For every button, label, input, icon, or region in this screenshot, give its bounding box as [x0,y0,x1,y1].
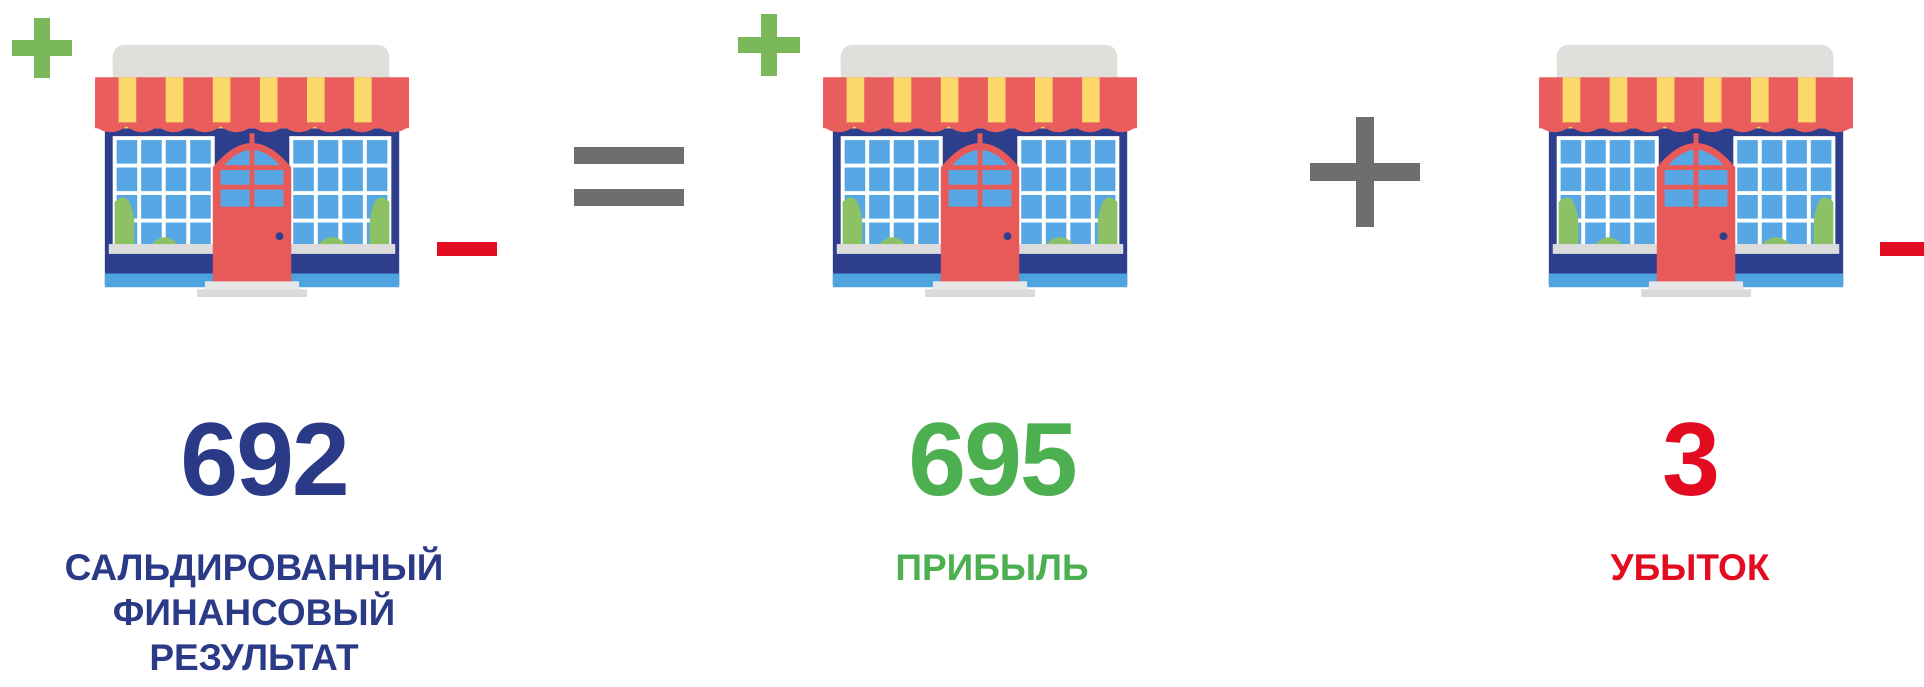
plus-icon [1310,117,1420,227]
store-icon [1532,40,1862,300]
profit-label: ПРИБЫЛЬ [895,547,1089,588]
minus-icon [437,242,497,256]
loss-value: 3 [1662,402,1720,518]
profit-value: 695 [908,402,1078,518]
plus-icon [738,14,800,76]
loss-label: УБЫТОК [1610,547,1770,588]
balance-label: САЛЬДИРОВАННЫЙ ФИНАНСОВЫЙ РЕЗУЛЬТАТ [64,547,444,678]
equals-icon [574,147,684,207]
minus-icon [1880,242,1924,256]
balance-value: 692 [180,402,350,518]
plus-icon [12,18,72,78]
store-icon [88,40,418,300]
store-icon [816,40,1146,300]
